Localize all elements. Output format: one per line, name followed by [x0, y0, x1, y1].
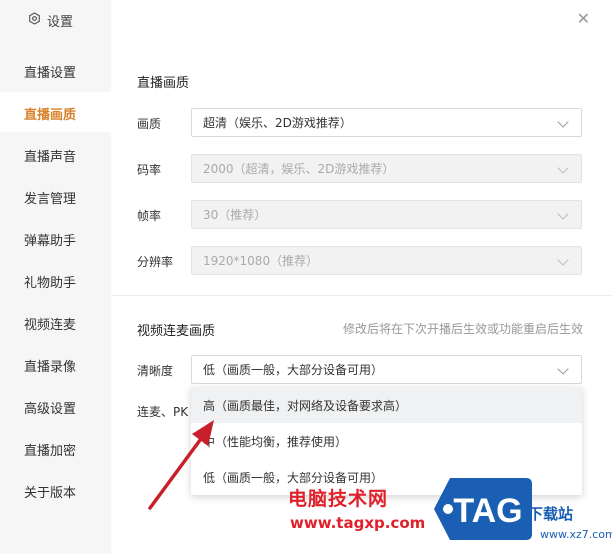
bitrate-value: 2000（超清，娱乐、2D游戏推荐） [203, 162, 395, 176]
settings-header: 设置 [28, 10, 73, 30]
resolution-value: 1920*1080（推荐） [203, 254, 319, 268]
sidebar-item-live-recording[interactable]: 直播录像 [24, 356, 76, 375]
chevron-down-icon [557, 254, 569, 266]
clarity-value: 低（画质一般，大部分设备可用） [203, 363, 384, 377]
clarity-label: 清晰度 [137, 364, 174, 378]
linkmic-section-title: 视频连麦画质 [137, 324, 216, 339]
linkmic-hint: 修改后将在下次开播后生效或功能重启后生效 [342, 322, 583, 336]
watermark-download-label: 下载站 [528, 505, 574, 523]
picture-quality-value: 超清（娱乐、2D游戏推荐） [203, 116, 352, 130]
quality-section-title: 直播画质 [137, 76, 190, 91]
settings-title: 设置 [47, 14, 74, 30]
sidebar-item-video-link[interactable]: 视频连麦 [24, 314, 76, 333]
watermark-site-name: 电脑技术网 [288, 488, 389, 510]
chevron-down-icon [557, 208, 569, 220]
fps-value: 30（推荐） [203, 208, 267, 222]
svg-text:TAG: TAG [453, 492, 522, 530]
sidebar-item-gift-assistant[interactable]: 礼物助手 [24, 272, 76, 291]
watermark-download-url: www.xz7.com [540, 528, 612, 541]
chevron-down-icon [557, 363, 569, 375]
sidebar-item-live-audio[interactable]: 直播声音 [24, 146, 76, 165]
clarity-select[interactable]: 低（画质一般，大部分设备可用） [191, 355, 582, 384]
picture-quality-select[interactable]: 超清（娱乐、2D游戏推荐） [191, 108, 582, 137]
sidebar-item-danmaku-assistant[interactable]: 弹幕助手 [24, 230, 76, 249]
sidebar-item-live-settings[interactable]: 直播设置 [24, 62, 76, 81]
annotation-arrow-icon [148, 420, 214, 510]
sidebar-item-about-version[interactable]: 关于版本 [24, 482, 76, 501]
settings-sidebar: 设置 直播设置 直播画质 直播声音 发言管理 弹幕助手 礼物助手 视频连麦 直播… [0, 0, 111, 554]
fps-label: 帧率 [137, 209, 162, 223]
section-divider [111, 295, 612, 296]
sidebar-item-advanced-settings[interactable]: 高级设置 [24, 398, 76, 417]
bitrate-select: 2000（超清，娱乐、2D游戏推荐） [191, 154, 582, 183]
sidebar-item-live-encryption[interactable]: 直播加密 [24, 440, 76, 459]
picture-quality-label: 画质 [137, 117, 162, 131]
chevron-down-icon [557, 116, 569, 128]
bitrate-label: 码率 [137, 163, 162, 177]
gear-icon [28, 11, 41, 29]
sidebar-item-chat-management[interactable]: 发言管理 [24, 188, 76, 207]
resolution-label: 分辨率 [137, 255, 174, 269]
chevron-down-icon [557, 162, 569, 174]
close-icon[interactable]: ✕ [577, 11, 590, 27]
sidebar-item-live-quality[interactable]: 直播画质 [24, 104, 76, 123]
resolution-select: 1920*1080（推荐） [191, 246, 582, 275]
watermark-tag-logo: TAG [434, 478, 532, 540]
watermark-url: www.tagxp.com [290, 514, 426, 532]
fps-select: 30（推荐） [191, 200, 582, 229]
